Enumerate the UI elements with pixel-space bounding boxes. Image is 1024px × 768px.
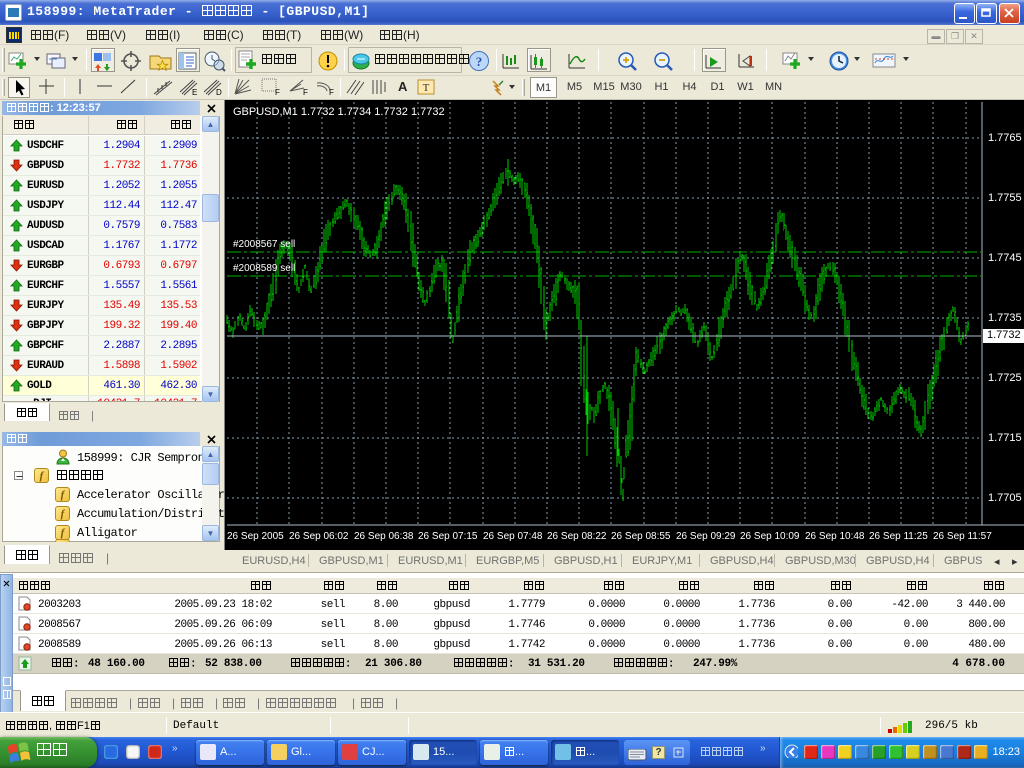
- svg-text:?: ?: [476, 54, 483, 69]
- svg-text:F: F: [275, 88, 280, 96]
- svg-text:D: D: [216, 88, 222, 96]
- svg-text:T: T: [423, 82, 430, 94]
- svg-text:E: E: [192, 88, 197, 96]
- svg-text:F: F: [329, 88, 334, 96]
- svg-text:F: F: [303, 88, 308, 96]
